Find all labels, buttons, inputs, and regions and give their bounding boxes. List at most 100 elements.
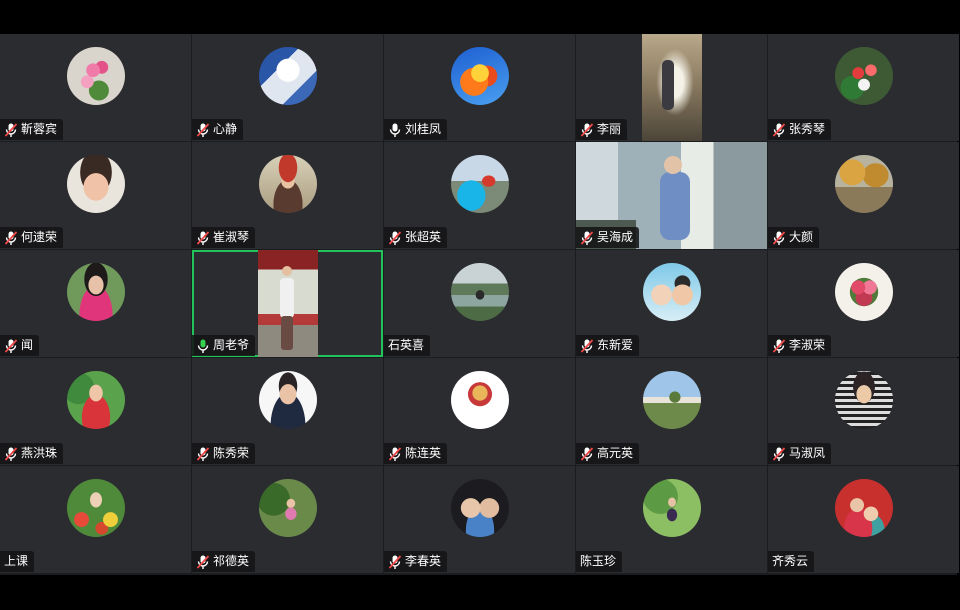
mic-muted-icon xyxy=(196,446,210,461)
name-tag: 李淑荣 xyxy=(768,335,832,356)
participant-name: 石英喜 xyxy=(388,338,425,352)
participant-tile[interactable]: 何逮荣 xyxy=(0,142,191,249)
participant-tile[interactable]: 马淑凤 xyxy=(768,358,959,465)
participant-tile[interactable]: 齐秀云 xyxy=(768,466,959,573)
participant-tile[interactable]: 陈连英 xyxy=(384,358,575,465)
mic-muted-icon xyxy=(196,230,210,245)
name-tag: 靳蓉宾 xyxy=(0,119,64,140)
participant-tile[interactable]: 闻 xyxy=(0,250,191,357)
avatar xyxy=(450,47,509,105)
name-tag: 崔淑琴 xyxy=(192,227,256,248)
participant-tile[interactable]: 石英喜 xyxy=(384,250,575,357)
participant-name: 齐秀云 xyxy=(772,554,809,568)
participant-name: 祁德英 xyxy=(213,554,250,568)
name-tag: 李春英 xyxy=(384,551,448,572)
participant-tile-active-speaker[interactable]: 周老爷 xyxy=(192,250,383,357)
mic-muted-icon xyxy=(4,446,18,461)
participant-tile[interactable]: 刘桂凤 xyxy=(384,34,575,141)
participant-tile[interactable]: 心静 xyxy=(192,34,383,141)
avatar xyxy=(450,479,509,537)
name-tag: 陈玉珍 xyxy=(576,551,623,572)
avatar xyxy=(66,371,125,429)
participant-tile[interactable]: 张超英 xyxy=(384,142,575,249)
participant-name: 陈连英 xyxy=(405,446,442,460)
name-tag: 何逮荣 xyxy=(0,227,64,248)
mic-muted-icon xyxy=(580,338,594,353)
mic-muted-icon xyxy=(580,122,594,137)
avatar xyxy=(258,479,317,537)
avatar xyxy=(834,263,893,321)
participant-tile[interactable]: 吴海成 xyxy=(576,142,767,249)
mic-muted-icon xyxy=(772,338,786,353)
participant-tile[interactable]: 东新爱 xyxy=(576,250,767,357)
participant-name: 张超英 xyxy=(405,230,442,244)
participant-name: 大颜 xyxy=(789,230,814,244)
participant-tile[interactable]: 陈玉珍 xyxy=(576,466,767,573)
name-tag: 马淑凤 xyxy=(768,443,832,464)
video-grid: 靳蓉宾 心静 刘桂凤 李丽 张秀琴 何逮荣 崔淑琴 张超英 吴海成 大颜 闻 周… xyxy=(0,34,959,575)
name-tag: 刘桂凤 xyxy=(384,119,448,140)
avatar xyxy=(450,371,509,429)
participant-name: 马淑凤 xyxy=(789,446,826,460)
name-tag: 心静 xyxy=(192,119,244,140)
name-tag: 周老爷 xyxy=(192,335,256,356)
name-tag: 石英喜 xyxy=(384,335,431,356)
participant-tile[interactable]: 李丽 xyxy=(576,34,767,141)
mic-muted-icon xyxy=(772,122,786,137)
avatar xyxy=(66,263,125,321)
name-tag: 燕洪珠 xyxy=(0,443,64,464)
participant-tile[interactable]: 陈秀荣 xyxy=(192,358,383,465)
participant-name: 周老爷 xyxy=(213,338,250,352)
avatar xyxy=(834,47,893,105)
mic-icon xyxy=(389,123,401,137)
top-bar xyxy=(0,0,960,34)
participant-tile[interactable]: 李淑荣 xyxy=(768,250,959,357)
avatar xyxy=(834,155,893,213)
mic-muted-icon xyxy=(196,554,210,569)
avatar xyxy=(258,371,317,429)
name-tag: 陈连英 xyxy=(384,443,448,464)
avatar xyxy=(66,155,125,213)
participant-tile[interactable]: 燕洪珠 xyxy=(0,358,191,465)
avatar xyxy=(642,371,701,429)
mic-muted-icon xyxy=(4,338,18,353)
participant-tile[interactable]: 李春英 xyxy=(384,466,575,573)
name-tag: 闻 xyxy=(0,335,40,356)
participant-name: 何逮荣 xyxy=(21,230,58,244)
participant-name: 靳蓉宾 xyxy=(21,122,58,136)
participant-tile[interactable]: 高元英 xyxy=(576,358,767,465)
mic-muted-icon xyxy=(4,230,18,245)
avatar xyxy=(450,263,509,321)
avatar xyxy=(834,371,893,429)
participant-tile[interactable]: 张秀琴 xyxy=(768,34,959,141)
participant-tile[interactable]: 上课 xyxy=(0,466,191,573)
participant-name: 李丽 xyxy=(597,122,622,136)
name-tag: 大颜 xyxy=(768,227,820,248)
avatar xyxy=(642,263,701,321)
participant-name: 崔淑琴 xyxy=(213,230,250,244)
mic-speaking-icon xyxy=(197,339,209,353)
participant-tile[interactable]: 靳蓉宾 xyxy=(0,34,191,141)
avatar xyxy=(66,47,125,105)
name-tag: 吴海成 xyxy=(576,227,640,248)
participant-name: 高元英 xyxy=(597,446,634,460)
participant-name: 闻 xyxy=(21,338,34,352)
participant-name: 刘桂凤 xyxy=(405,122,442,136)
participant-name: 东新爱 xyxy=(597,338,634,352)
mic-muted-icon xyxy=(772,230,786,245)
participant-name: 上课 xyxy=(4,554,29,568)
name-tag: 陈秀荣 xyxy=(192,443,256,464)
participant-tile[interactable]: 大颜 xyxy=(768,142,959,249)
name-tag: 东新爱 xyxy=(576,335,640,356)
avatar xyxy=(642,479,701,537)
mic-muted-icon xyxy=(772,446,786,461)
participant-name: 李春英 xyxy=(405,554,442,568)
participant-tile[interactable]: 崔淑琴 xyxy=(192,142,383,249)
bottom-bar xyxy=(0,575,960,610)
name-tag: 上课 xyxy=(0,551,35,572)
mic-muted-icon xyxy=(388,230,402,245)
name-tag: 祁德英 xyxy=(192,551,256,572)
video-feed xyxy=(642,34,702,141)
participant-tile[interactable]: 祁德英 xyxy=(192,466,383,573)
video-feed xyxy=(258,250,318,357)
